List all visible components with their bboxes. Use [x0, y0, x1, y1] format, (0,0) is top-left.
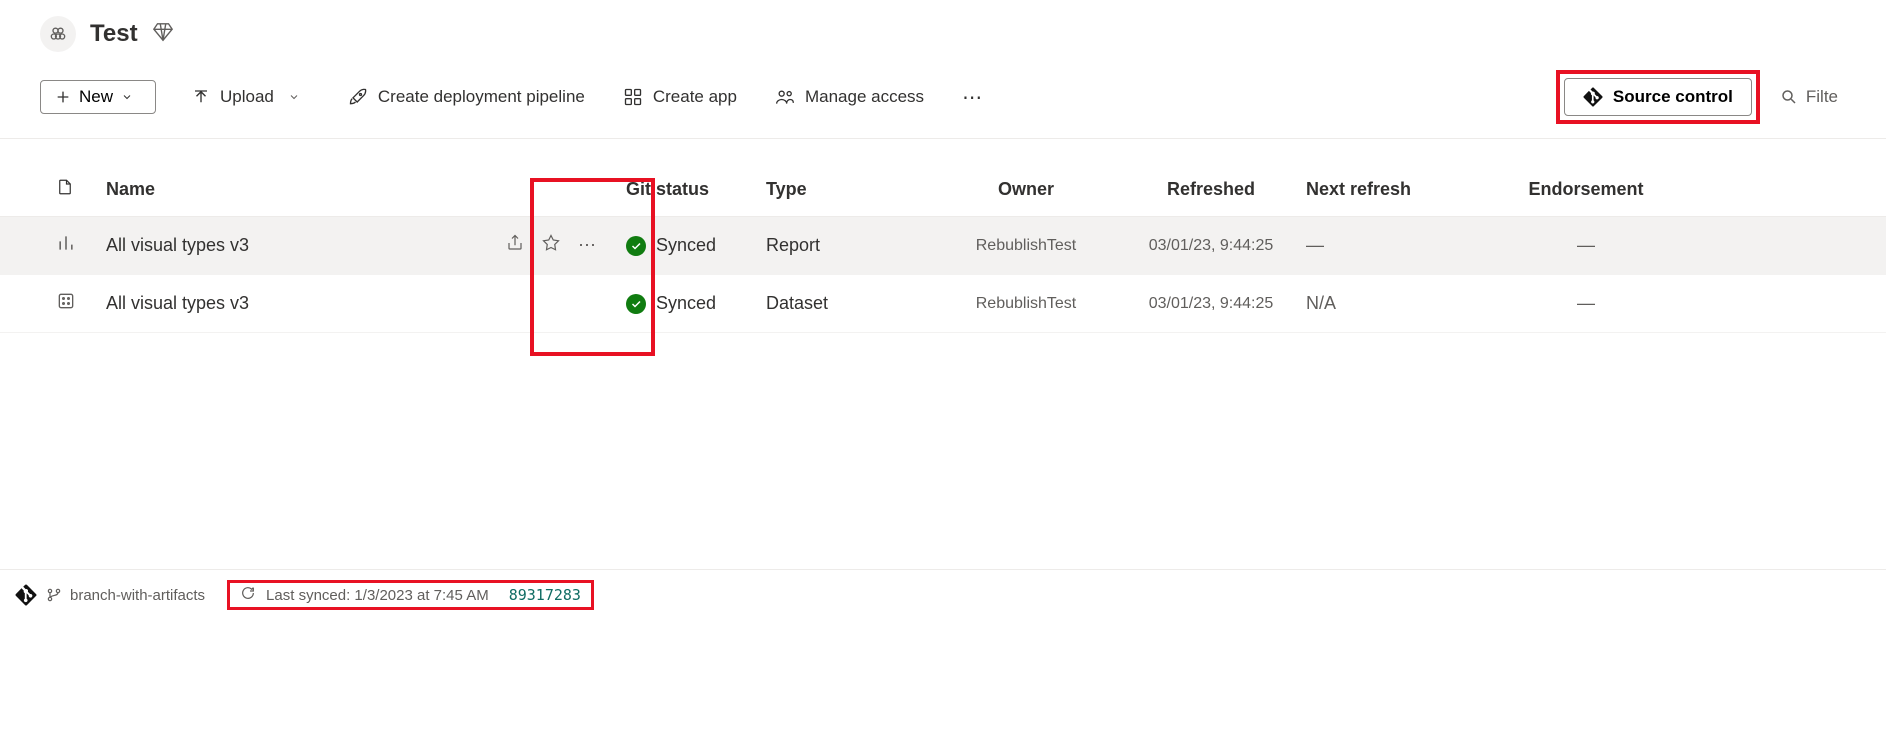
endorsement-cell: —	[1506, 235, 1666, 256]
git-status-cell: Synced	[626, 293, 766, 314]
highlight-box-source-control: Source control	[1556, 70, 1760, 124]
owner-cell: RebublishTest	[936, 237, 1116, 255]
create-deployment-pipeline-button[interactable]: Create deployment pipeline	[348, 87, 585, 107]
new-button[interactable]: New	[40, 80, 156, 114]
upload-label: Upload	[220, 87, 274, 107]
create-app-button[interactable]: Create app	[623, 87, 737, 107]
create-pipeline-label: Create deployment pipeline	[378, 87, 585, 107]
upload-button[interactable]: Upload	[192, 87, 310, 107]
source-control-button[interactable]: Source control	[1564, 78, 1752, 116]
table-row[interactable]: All visual types v3 ⋯ Synced Report Rebu…	[0, 217, 1886, 275]
header-icon-col	[56, 177, 106, 202]
rocket-icon	[348, 87, 368, 107]
file-icon	[56, 177, 74, 197]
table-row[interactable]: All visual types v3 Synced Dataset Rebub…	[0, 275, 1886, 333]
item-name: All visual types v3	[106, 293, 506, 314]
header-next-refresh[interactable]: Next refresh	[1306, 179, 1506, 200]
dataset-icon	[56, 291, 106, 316]
header-name[interactable]: Name	[106, 179, 506, 200]
synced-check-icon	[626, 236, 646, 256]
branch-indicator[interactable]: branch-with-artifacts	[46, 587, 205, 604]
last-synced-text: Last synced: 1/3/2023 at 7:45 AM	[266, 587, 489, 604]
workspace-icon	[40, 16, 76, 52]
report-icon	[56, 233, 106, 258]
status-bar: branch-with-artifacts Last synced: 1/3/2…	[0, 569, 1886, 620]
manage-access-button[interactable]: Manage access	[775, 87, 924, 107]
refreshed-cell: 03/01/23, 9:44:25	[1116, 237, 1306, 255]
header-owner[interactable]: Owner	[936, 179, 1116, 200]
star-icon[interactable]	[542, 234, 560, 257]
filter-placeholder: Filte	[1806, 87, 1838, 107]
endorsement-cell: —	[1506, 293, 1666, 314]
owner-cell: RebublishTest	[936, 295, 1116, 313]
header-refreshed[interactable]: Refreshed	[1116, 179, 1306, 200]
share-icon[interactable]	[506, 234, 524, 257]
sync-icon[interactable]	[240, 585, 256, 605]
people-icon	[775, 87, 795, 107]
toolbar: New Upload Create deployment pipeline Cr…	[0, 60, 1886, 139]
new-button-label: New	[79, 87, 113, 107]
source-control-label: Source control	[1613, 87, 1733, 107]
chevron-down-icon	[288, 91, 300, 103]
header-type[interactable]: Type	[766, 179, 936, 200]
workspace-title: Test	[90, 20, 138, 48]
branch-name: branch-with-artifacts	[70, 587, 205, 604]
git-status-text: Synced	[656, 235, 716, 256]
header-endorsement[interactable]: Endorsement	[1506, 179, 1666, 200]
type-cell: Dataset	[766, 293, 936, 314]
filter-input[interactable]: Filte	[1772, 79, 1846, 115]
row-more-icon[interactable]: ⋯	[578, 235, 598, 256]
next-refresh-cell: N/A	[1306, 293, 1506, 314]
git-icon	[1583, 87, 1603, 107]
create-app-label: Create app	[653, 87, 737, 107]
header-git-status[interactable]: Git status	[626, 179, 766, 200]
content-table: Name Git status Type Owner Refreshed Nex…	[0, 139, 1886, 333]
git-status-cell: Synced	[626, 235, 766, 256]
premium-diamond-icon	[152, 21, 174, 48]
type-cell: Report	[766, 235, 936, 256]
status-git-icon	[6, 584, 46, 606]
workspace-header: Test	[0, 0, 1886, 60]
search-icon	[1780, 88, 1798, 106]
item-name: All visual types v3	[106, 235, 506, 256]
manage-access-label: Manage access	[805, 87, 924, 107]
refreshed-cell: 03/01/23, 9:44:25	[1116, 295, 1306, 313]
more-options-button[interactable]: ⋯	[962, 85, 984, 110]
git-status-text: Synced	[656, 293, 716, 314]
highlight-box-last-synced: Last synced: 1/3/2023 at 7:45 AM 8931728…	[227, 580, 594, 610]
branch-icon	[46, 587, 62, 603]
synced-check-icon	[626, 294, 646, 314]
table-header-row: Name Git status Type Owner Refreshed Nex…	[0, 177, 1886, 217]
next-refresh-cell: —	[1306, 235, 1506, 256]
upload-icon	[192, 88, 210, 106]
commit-hash-link[interactable]: 89317283	[509, 586, 581, 604]
chevron-down-icon	[121, 91, 133, 103]
app-grid-icon	[623, 87, 643, 107]
